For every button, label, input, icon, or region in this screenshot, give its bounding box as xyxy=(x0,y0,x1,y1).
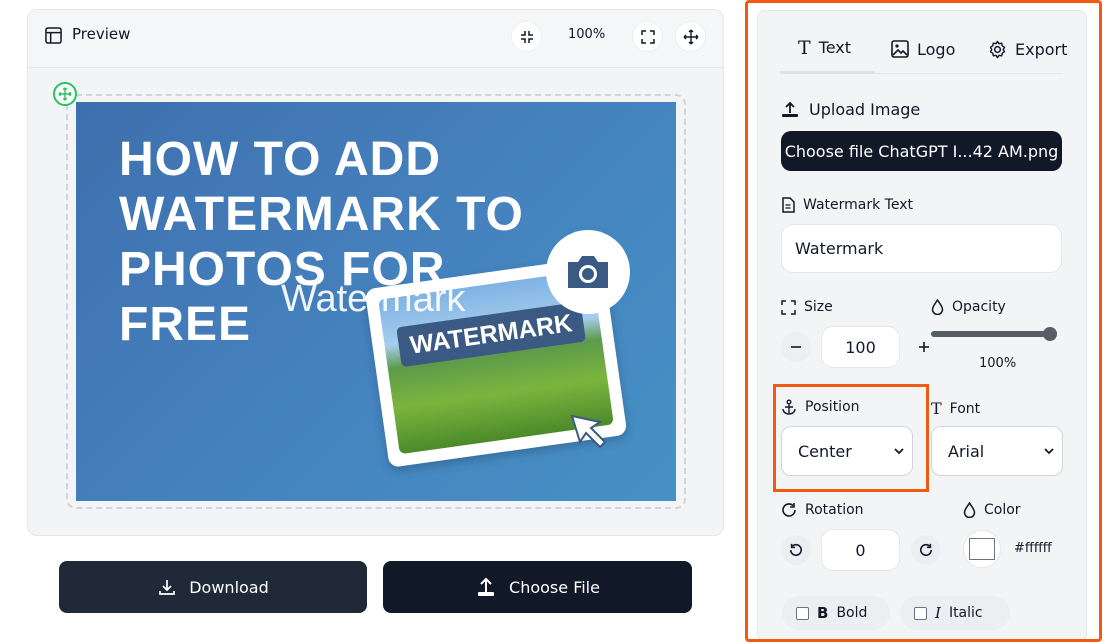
camera-badge xyxy=(546,230,630,314)
camera-icon xyxy=(568,256,608,288)
download-label: Download xyxy=(189,577,269,597)
image-icon xyxy=(891,40,909,58)
size-heading: Size xyxy=(781,299,833,315)
preview-image: HOW TO ADD WATERMARK TO PHOTOS FOR FREE … xyxy=(76,102,676,501)
watermark-overlay-text[interactable]: Watermark xyxy=(281,278,465,321)
chevron-down-icon xyxy=(1044,448,1054,455)
rotate-right-icon xyxy=(920,543,933,556)
rotation-heading: Rotation xyxy=(781,502,864,518)
tab-text[interactable]: T Text xyxy=(798,38,851,78)
fullscreen-button[interactable] xyxy=(632,21,663,52)
droplet-icon xyxy=(931,299,944,315)
minus-icon xyxy=(791,346,801,348)
font-heading: T Font xyxy=(931,399,980,418)
rotate-icon xyxy=(782,503,796,517)
text-icon: T xyxy=(798,37,811,59)
tab-export-label: Export xyxy=(1015,40,1068,59)
italic-label: Italic xyxy=(948,605,983,621)
document-icon xyxy=(782,197,795,213)
cursor-arrow-icon xyxy=(570,414,607,449)
color-picker[interactable] xyxy=(963,530,1001,568)
watermark-text-label: Watermark Text xyxy=(803,197,913,213)
preview-card: Preview 100% HOW TO ADD WATERMARK TO PHO… xyxy=(27,9,724,536)
resize-icon xyxy=(781,299,796,315)
bold-label: Bold xyxy=(836,605,868,621)
text-icon: T xyxy=(931,399,942,418)
opacity-value: 100% xyxy=(979,356,1017,371)
size-decrement-button[interactable] xyxy=(781,332,811,362)
size-input[interactable]: 100 xyxy=(821,326,900,368)
italic-toggle[interactable]: I Italic xyxy=(900,596,1010,630)
opacity-slider-track[interactable] xyxy=(931,331,1057,337)
expand-icon xyxy=(640,29,655,44)
color-swatch-fill xyxy=(969,538,995,560)
rotation-input[interactable]: 0 xyxy=(821,529,900,571)
opacity-heading: Opacity xyxy=(931,299,1006,315)
size-label: Size xyxy=(804,299,833,315)
tab-text-label: Text xyxy=(818,38,852,57)
move-icon xyxy=(58,87,72,101)
font-select-value: Arial xyxy=(948,441,985,461)
upload-icon xyxy=(478,577,495,596)
bold-checkbox[interactable] xyxy=(796,606,809,620)
layout-icon xyxy=(45,27,62,44)
gear-icon xyxy=(989,40,1006,59)
watermark-text-heading: Watermark Text xyxy=(781,197,913,213)
bold-toggle[interactable]: B Bold xyxy=(782,596,890,630)
preview-header: Preview 100% xyxy=(28,10,723,68)
bold-icon: B xyxy=(817,604,829,622)
upload-image-label: Upload Image xyxy=(809,100,921,119)
shrink-button[interactable] xyxy=(511,21,542,52)
position-highlight-outline xyxy=(773,384,929,492)
upload-image-heading: Upload Image xyxy=(781,100,920,119)
plus-icon xyxy=(919,342,929,352)
italic-checkbox[interactable] xyxy=(914,606,927,620)
shrink-icon xyxy=(520,30,533,43)
watermark-text-input[interactable]: Watermark xyxy=(781,224,1062,273)
choose-file-label: Choose File xyxy=(509,577,600,597)
color-label: Color xyxy=(984,502,1021,518)
rotation-label: Rotation xyxy=(805,502,864,518)
download-button[interactable]: Download xyxy=(59,561,367,613)
color-heading: Color xyxy=(963,502,1021,518)
opacity-label: Opacity xyxy=(952,299,1006,315)
move-handle[interactable] xyxy=(53,82,77,106)
preview-title: Preview xyxy=(72,25,131,43)
opacity-slider-thumb[interactable] xyxy=(1043,327,1057,341)
app-root: Preview 100% HOW TO ADD WATERMARK TO PHO… xyxy=(0,0,1107,642)
font-label: Font xyxy=(949,400,981,417)
rotate-left-icon xyxy=(789,543,802,556)
italic-icon: I xyxy=(935,604,941,622)
tab-export[interactable]: Export xyxy=(988,40,1067,80)
upload-icon xyxy=(782,101,798,117)
droplet-icon xyxy=(963,502,976,518)
rotate-left-button[interactable] xyxy=(781,535,811,565)
download-icon xyxy=(159,580,176,595)
zoom-level: 100% xyxy=(568,27,606,42)
file-input-button[interactable]: Choose file ChatGPT I...42 AM.png xyxy=(781,131,1062,171)
pan-button[interactable] xyxy=(675,21,706,52)
font-select[interactable]: Arial xyxy=(931,426,1063,476)
tab-logo-label: Logo xyxy=(917,40,956,59)
choose-file-button[interactable]: Choose File xyxy=(383,561,692,613)
color-hex-value: #ffffff xyxy=(1014,541,1052,556)
tab-logo[interactable]: Logo xyxy=(891,40,955,80)
rotate-right-button[interactable] xyxy=(911,535,941,565)
move-icon xyxy=(683,29,698,44)
